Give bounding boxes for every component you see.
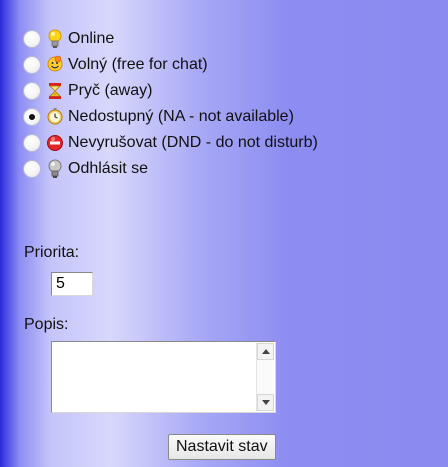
hourglass-icon bbox=[49, 83, 61, 99]
lightbulb-gray-icon bbox=[48, 159, 62, 178]
radio-offline[interactable] bbox=[24, 161, 40, 177]
status-label-offline: Odhlásit se bbox=[68, 160, 149, 177]
status-label-away: Pryč (away) bbox=[68, 82, 153, 99]
radio-dnd[interactable] bbox=[24, 135, 40, 151]
status-option-offline[interactable]: Odhlásit se bbox=[24, 156, 318, 182]
radio-chat[interactable] bbox=[24, 57, 40, 73]
status-option-dnd[interactable]: Nevyrušovat (DND - do not disturb) bbox=[24, 130, 318, 156]
description-label: Popis: bbox=[24, 316, 69, 333]
status-label-chat: Volný (free for chat) bbox=[68, 56, 208, 73]
status-label-dnd: Nevyrušovat (DND - do not disturb) bbox=[68, 134, 318, 151]
smiley-icon bbox=[47, 55, 63, 72]
description-scrollbar[interactable] bbox=[256, 343, 274, 411]
status-option-na[interactable]: Nedostupný (NA - not available) bbox=[24, 104, 318, 130]
status-label-online: Online bbox=[68, 30, 115, 47]
status-option-chat[interactable]: Volný (free for chat) bbox=[24, 52, 318, 78]
lightbulb-yellow-icon bbox=[48, 29, 62, 48]
arrow-up-icon bbox=[261, 349, 270, 354]
radio-away[interactable] bbox=[24, 83, 40, 99]
clock-icon bbox=[47, 108, 63, 125]
priority-input[interactable] bbox=[51, 272, 93, 296]
arrow-down-icon bbox=[261, 400, 270, 405]
status-radio-group: Online Volný (free for chat) Pryč (away) bbox=[24, 26, 318, 182]
description-textarea[interactable] bbox=[51, 341, 276, 413]
status-option-away[interactable]: Pryč (away) bbox=[24, 78, 318, 104]
set-status-button[interactable]: Nastavit stav bbox=[168, 434, 276, 460]
status-option-online[interactable]: Online bbox=[24, 26, 318, 52]
radio-online[interactable] bbox=[24, 31, 40, 47]
radio-na[interactable] bbox=[24, 109, 40, 125]
no-entry-icon bbox=[47, 135, 63, 151]
scroll-up-button[interactable] bbox=[257, 343, 274, 360]
status-label-na: Nedostupný (NA - not available) bbox=[68, 108, 294, 125]
priority-label: Priorita: bbox=[24, 244, 80, 261]
scroll-down-button[interactable] bbox=[257, 394, 274, 411]
